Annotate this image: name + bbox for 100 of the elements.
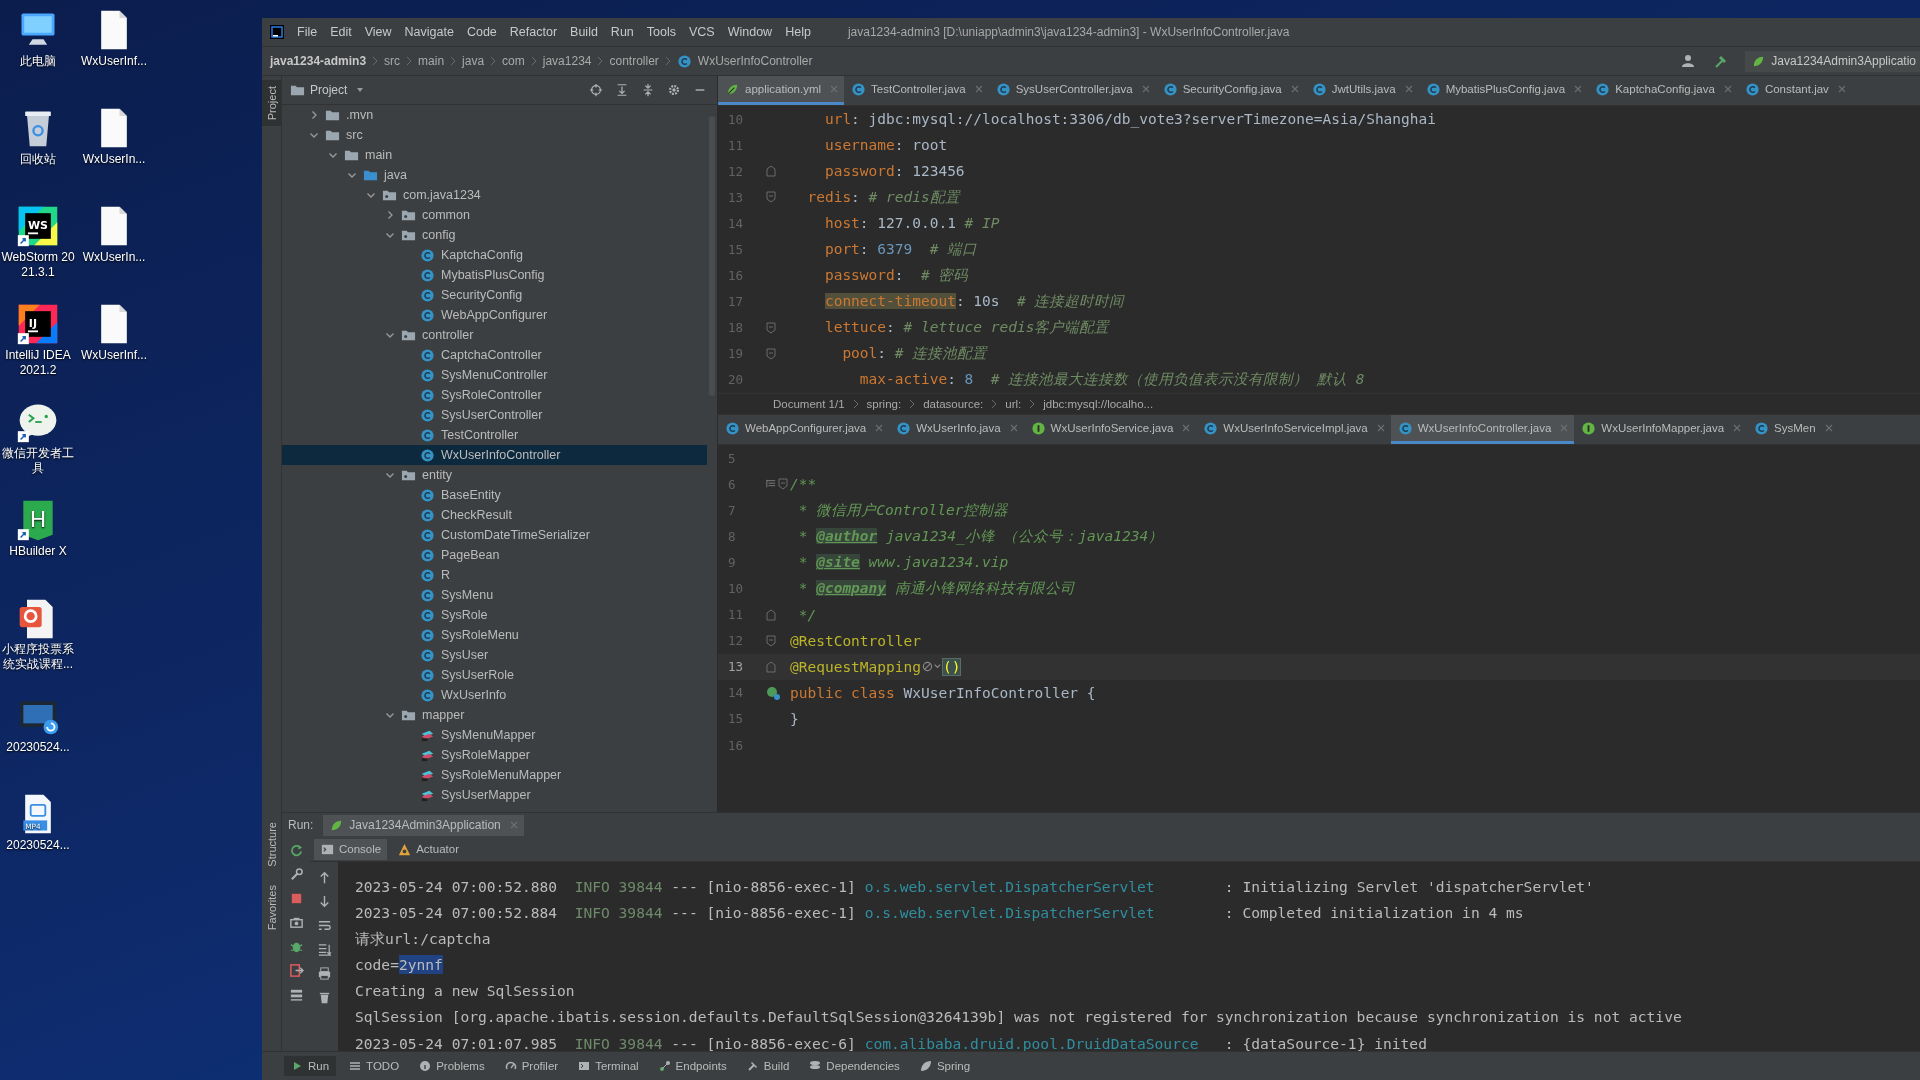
menu-item[interactable]: Navigate [404, 25, 454, 39]
editor-tab[interactable]: WxUserInfoServiceImpl.java [1196, 415, 1391, 444]
inlay-hint-icon[interactable] [921, 660, 942, 674]
tree-item[interactable]: config [282, 225, 707, 245]
tree-item[interactable]: entity [282, 465, 707, 485]
run-tab[interactable]: Java1234Admin3Application [323, 814, 524, 836]
tool-window-button[interactable]: TODO [342, 1056, 407, 1076]
desktop-shortcut[interactable]: WxUserInf... [76, 4, 152, 102]
breadcrumb-item[interactable]: main [418, 54, 445, 68]
project-tool-button[interactable]: Project [262, 80, 281, 127]
close-icon[interactable] [1723, 85, 1732, 93]
menu-item[interactable]: File [297, 25, 318, 39]
menu-item[interactable]: Build [570, 25, 598, 39]
menu-item[interactable]: VCS [689, 25, 715, 39]
desktop-shortcut[interactable]: WxUserIn... [76, 200, 152, 298]
soft-wrap-icon[interactable] [316, 918, 332, 933]
tool-window-button[interactable]: Profiler [497, 1056, 566, 1076]
close-icon[interactable] [1376, 424, 1385, 432]
desktop-shortcut[interactable]: 微信开发者工具 [0, 396, 76, 494]
tree-item[interactable]: common [282, 205, 707, 225]
desktop-shortcut[interactable]: IJ IntelliJ IDEA 2021.2 [0, 298, 76, 396]
locate-icon[interactable] [589, 83, 603, 97]
close-icon[interactable] [1837, 85, 1846, 93]
close-icon[interactable] [1824, 424, 1833, 432]
desktop-shortcut[interactable]: MP4 20230524... [0, 788, 76, 886]
desktop-shortcut[interactable]: 此电脑 [0, 4, 76, 102]
close-icon[interactable] [974, 85, 983, 93]
menu-item[interactable]: Code [466, 25, 497, 39]
breadcrumb-item[interactable]: datasource: [923, 398, 984, 410]
menu-item[interactable]: Run [610, 25, 634, 39]
editor-tab[interactable]: JwtUtils.java [1304, 76, 1419, 105]
breadcrumb-item[interactable]: java [462, 54, 485, 68]
desktop-shortcut[interactable]: 小程序投票系统实战课程... [0, 592, 76, 690]
close-icon[interactable] [1404, 85, 1413, 93]
tree-item[interactable]: src [282, 125, 707, 145]
project-view-dropdown[interactable]: Project [290, 82, 365, 98]
menu-item[interactable]: Refactor [509, 25, 558, 39]
editor-tab[interactable]: MybatisPlusConfig.java [1418, 76, 1589, 105]
tree-item[interactable]: WxUserInfo [282, 685, 707, 705]
menu-item[interactable]: Help [785, 25, 811, 39]
breadcrumb-item[interactable]: spring: [866, 398, 902, 410]
breadcrumb-item[interactable]: src [384, 54, 401, 68]
tree-item[interactable]: com.java1234 [282, 185, 707, 205]
side-tool-button[interactable]: Structure [262, 816, 281, 873]
bean-icon[interactable] [766, 685, 780, 700]
desktop-shortcut[interactable]: WxUserIn... [76, 102, 152, 200]
tree-item[interactable]: main [282, 145, 707, 165]
close-icon[interactable] [1574, 85, 1583, 93]
tree-item[interactable]: SecurityConfig [282, 285, 707, 305]
close-icon[interactable] [1182, 424, 1191, 432]
fold-icon[interactable] [766, 660, 776, 673]
tool-window-button[interactable]: Terminal [571, 1056, 646, 1076]
menu-item[interactable]: Window [727, 25, 773, 39]
editor-tab[interactable]: SysMen [1747, 415, 1839, 444]
fold-icon[interactable] [766, 191, 776, 204]
side-tool-button[interactable]: Favorites [262, 878, 281, 936]
tree-item[interactable]: SysMenuController [282, 365, 707, 385]
camera-icon[interactable] [288, 915, 304, 930]
tree-item[interactable]: WxUserInfoController [282, 445, 707, 465]
tree-item[interactable]: SysUserMapper [282, 785, 707, 805]
fold-icon[interactable] [766, 347, 776, 360]
breadcrumb-item[interactable]: java1234 [542, 54, 592, 68]
rerun-icon[interactable] [288, 843, 304, 858]
tree-item[interactable]: controller [282, 325, 707, 345]
tree-item[interactable]: .mvn [282, 105, 707, 125]
collapse-all-icon[interactable] [641, 83, 655, 97]
settings-icon[interactable] [667, 83, 681, 97]
tree-item[interactable]: SysMenu [282, 585, 707, 605]
editor-tab[interactable]: Constant.jav [1737, 76, 1852, 105]
breadcrumb-item[interactable]: com [502, 54, 525, 68]
breadcrumb-item[interactable]: url: [1005, 398, 1022, 410]
tool-window-button[interactable]: Build [739, 1056, 797, 1076]
menu-item[interactable]: Tools [646, 25, 676, 39]
editor-tab[interactable]: WxUserInfoController.java [1390, 415, 1575, 444]
tree-item[interactable]: MybatisPlusConfig [282, 265, 707, 285]
tree-item[interactable]: BaseEntity [282, 485, 707, 505]
tree-item[interactable]: SysUserRole [282, 665, 707, 685]
tree-item[interactable]: mapper [282, 705, 707, 725]
editor-tab[interactable]: SecurityConfig.java [1155, 76, 1305, 105]
tree-item[interactable]: SysRoleMapper [282, 745, 707, 765]
fold-icon[interactable] [766, 634, 776, 647]
editor-tab[interactable]: KaptchaConfig.java [1588, 76, 1738, 105]
tool-window-button[interactable]: Run [284, 1056, 337, 1076]
tree-item[interactable]: CustomDateTimeSerializer [282, 525, 707, 545]
tree-item[interactable]: R [282, 565, 707, 585]
run-configuration-dropdown[interactable]: Java1234Admin3Applicatio [1745, 50, 1920, 72]
console-tab[interactable]: Actuator [391, 838, 466, 860]
tree-item[interactable]: WebAppConfigurer [282, 305, 707, 325]
editor-tab[interactable]: WxUserInfoMapper.java [1574, 415, 1748, 444]
editor-tab[interactable]: WxUserInfo.java [889, 415, 1024, 444]
breadcrumb-item[interactable]: Document 1/1 [773, 398, 845, 410]
close-icon[interactable] [1733, 424, 1742, 432]
editor-tab[interactable]: WebAppConfigurer.java [718, 415, 890, 444]
desktop-shortcut[interactable]: 回收站 [0, 102, 76, 200]
tree-item[interactable]: SysUser [282, 645, 707, 665]
expand-all-icon[interactable] [615, 83, 629, 97]
tree-item[interactable]: PageBean [282, 545, 707, 565]
menu-item[interactable]: Edit [330, 25, 352, 39]
printer-icon[interactable] [316, 966, 332, 981]
tree-item[interactable]: CheckResult [282, 505, 707, 525]
